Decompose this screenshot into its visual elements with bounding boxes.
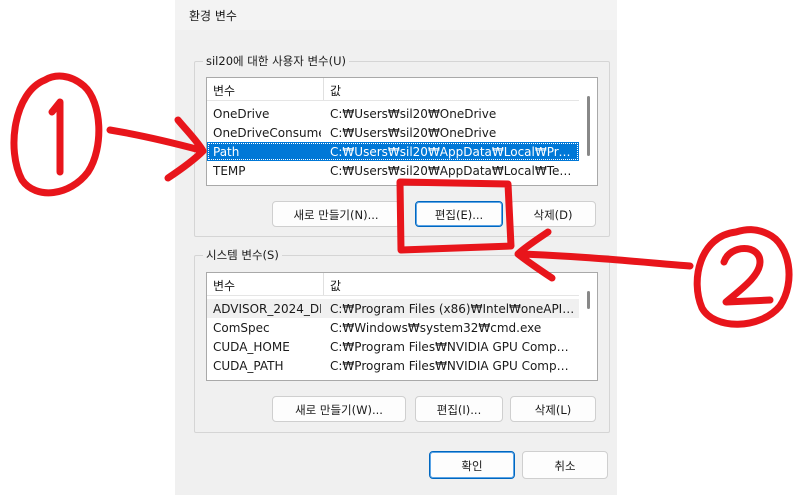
annotation-box-icon: [396, 178, 515, 254]
annotation-overlay: [10, 72, 793, 328]
annotation-arrow-2-icon: [514, 228, 694, 282]
annotation-digit-2-icon: [720, 245, 774, 306]
annotation-circle-2-icon: [693, 226, 793, 328]
annotation-circle-1-icon: [10, 72, 103, 197]
annotation-arrow-1-icon: [106, 116, 207, 182]
annotation-digit-1-icon: [48, 98, 64, 176]
